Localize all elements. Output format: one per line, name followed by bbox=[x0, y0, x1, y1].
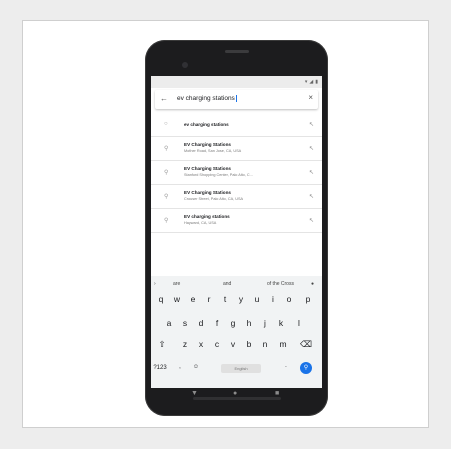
key[interactable]: o bbox=[282, 294, 296, 304]
result-subtitle: Hayward, CA, USA bbox=[184, 221, 217, 225]
key[interactable]: v bbox=[226, 339, 240, 349]
place-icon: ⚲ bbox=[164, 194, 169, 200]
key[interactable]: b bbox=[242, 339, 256, 349]
key[interactable]: r bbox=[202, 294, 216, 304]
place-icon: ⚲ bbox=[164, 146, 169, 152]
place-icon: ⚲ bbox=[164, 218, 169, 224]
status-bar: ▾ ◢ ▮ bbox=[151, 76, 322, 88]
earpiece-speaker bbox=[225, 50, 249, 53]
search-input[interactable]: ev charging stations bbox=[177, 95, 237, 102]
result-subtitle: Stanford Shopping Center, Palo Alto, C..… bbox=[184, 173, 253, 177]
key[interactable]: z bbox=[178, 339, 192, 349]
key[interactable]: w bbox=[170, 294, 184, 304]
key[interactable]: j bbox=[258, 318, 272, 328]
backspace-icon[interactable]: ⌫ bbox=[299, 339, 313, 350]
result-title: EV Charging Stations bbox=[184, 166, 231, 171]
key[interactable]: l bbox=[292, 318, 306, 328]
key[interactable]: k bbox=[274, 318, 288, 328]
fill-query-arrow-icon[interactable]: ↖ bbox=[309, 193, 314, 200]
emoji-icon[interactable]: ☺ bbox=[189, 364, 203, 370]
result-title: EV charging stations bbox=[184, 214, 230, 219]
back-nav-icon[interactable]: ▼ bbox=[191, 390, 198, 397]
result-subtitle: Mother Road, San Jose, CA, USA bbox=[184, 149, 242, 153]
close-icon[interactable]: × bbox=[308, 93, 313, 102]
key[interactable]: u bbox=[250, 294, 264, 304]
keyboard: › are and of the Cross ● q w e r t y u i… bbox=[151, 276, 322, 388]
shift-icon[interactable]: ⇧ bbox=[155, 339, 169, 350]
list-item[interactable]: ⚲ EV charging stations Hayward, CA, USA … bbox=[151, 209, 322, 233]
key[interactable]: c bbox=[210, 339, 224, 349]
chevron-right-icon[interactable]: › bbox=[154, 281, 156, 287]
recents-nav-icon[interactable]: ■ bbox=[275, 390, 279, 397]
result-subtitle: Crouser Street, Palo Alto, CA, USA bbox=[184, 197, 244, 201]
fill-query-arrow-icon[interactable]: ↖ bbox=[309, 169, 314, 176]
fill-query-arrow-icon[interactable]: ↖ bbox=[309, 217, 314, 224]
home-nav-icon[interactable]: ● bbox=[233, 390, 237, 397]
text-cursor bbox=[235, 95, 237, 102]
key[interactable]: x bbox=[194, 339, 208, 349]
fill-query-arrow-icon[interactable]: ↖ bbox=[309, 145, 314, 152]
suggestion-item[interactable]: are bbox=[173, 281, 180, 287]
list-item[interactable]: ⚲ EV Charging Stations Mother Road, San … bbox=[151, 137, 322, 161]
key[interactable]: y bbox=[234, 294, 248, 304]
result-title: ev charging stations bbox=[184, 122, 229, 127]
results-list: ○ ev charging stations ↖ ⚲ EV Charging S… bbox=[151, 113, 322, 233]
key[interactable]: q bbox=[154, 294, 168, 304]
list-item[interactable]: ⚲ EV Charging Stations Stanford Shopping… bbox=[151, 161, 322, 185]
suggestion-item[interactable]: and bbox=[223, 281, 231, 287]
battery-icon: ▮ bbox=[315, 79, 318, 85]
key[interactable]: s bbox=[178, 318, 192, 328]
list-item[interactable]: ○ ev charging stations ↖ bbox=[151, 113, 322, 137]
front-camera bbox=[182, 62, 188, 68]
key[interactable]: e bbox=[186, 294, 200, 304]
result-title: EV Charging Stations bbox=[184, 190, 231, 195]
signal-icon: ◢ bbox=[309, 79, 314, 85]
keyboard-row-1: q w e r t y u i o p bbox=[151, 294, 322, 310]
key[interactable]: g bbox=[226, 318, 240, 328]
phone-device: ▾ ◢ ▮ ← ev charging stations × ○ ev char… bbox=[145, 40, 328, 416]
search-icon: ○ bbox=[164, 121, 168, 127]
key[interactable]: t bbox=[218, 294, 232, 304]
key[interactable]: h bbox=[242, 318, 256, 328]
place-icon: ⚲ bbox=[164, 170, 169, 176]
keyboard-row-4: ?123 , ☺ English . ⚲ bbox=[151, 362, 322, 378]
back-arrow-icon[interactable]: ← bbox=[160, 94, 168, 103]
search-icon[interactable]: ⚲ bbox=[300, 362, 312, 374]
fill-query-arrow-icon[interactable]: ↖ bbox=[309, 121, 314, 128]
result-title: EV Charging Stations bbox=[184, 142, 231, 147]
bottom-speaker bbox=[193, 397, 281, 400]
symbols-key[interactable]: ?123 bbox=[153, 365, 167, 371]
key[interactable]: i bbox=[266, 294, 280, 304]
keyboard-row-3: ⇧ z x c v b n m ⌫ bbox=[151, 339, 322, 355]
wifi-icon: ▾ bbox=[304, 79, 308, 85]
search-bar[interactable]: ← ev charging stations × bbox=[155, 90, 318, 109]
key[interactable]: n bbox=[258, 339, 272, 349]
keyboard-row-2: a s d f g h j k l bbox=[151, 318, 322, 334]
key[interactable]: d bbox=[194, 318, 208, 328]
list-item[interactable]: ⚲ EV Charging Stations Crouser Street, P… bbox=[151, 185, 322, 209]
key[interactable]: p bbox=[301, 294, 315, 304]
suggestion-item[interactable]: of the Cross bbox=[267, 281, 294, 287]
period-key[interactable]: . bbox=[279, 363, 293, 369]
key[interactable]: m bbox=[276, 339, 290, 349]
suggestion-strip: › are and of the Cross ● bbox=[151, 278, 322, 290]
phone-screen: ▾ ◢ ▮ ← ev charging stations × ○ ev char… bbox=[151, 76, 322, 388]
key[interactable]: f bbox=[210, 318, 224, 328]
mic-icon[interactable]: ● bbox=[311, 281, 314, 287]
key[interactable]: a bbox=[162, 318, 176, 328]
space-bar[interactable]: English bbox=[221, 364, 261, 373]
comma-key[interactable]: , bbox=[173, 364, 187, 370]
